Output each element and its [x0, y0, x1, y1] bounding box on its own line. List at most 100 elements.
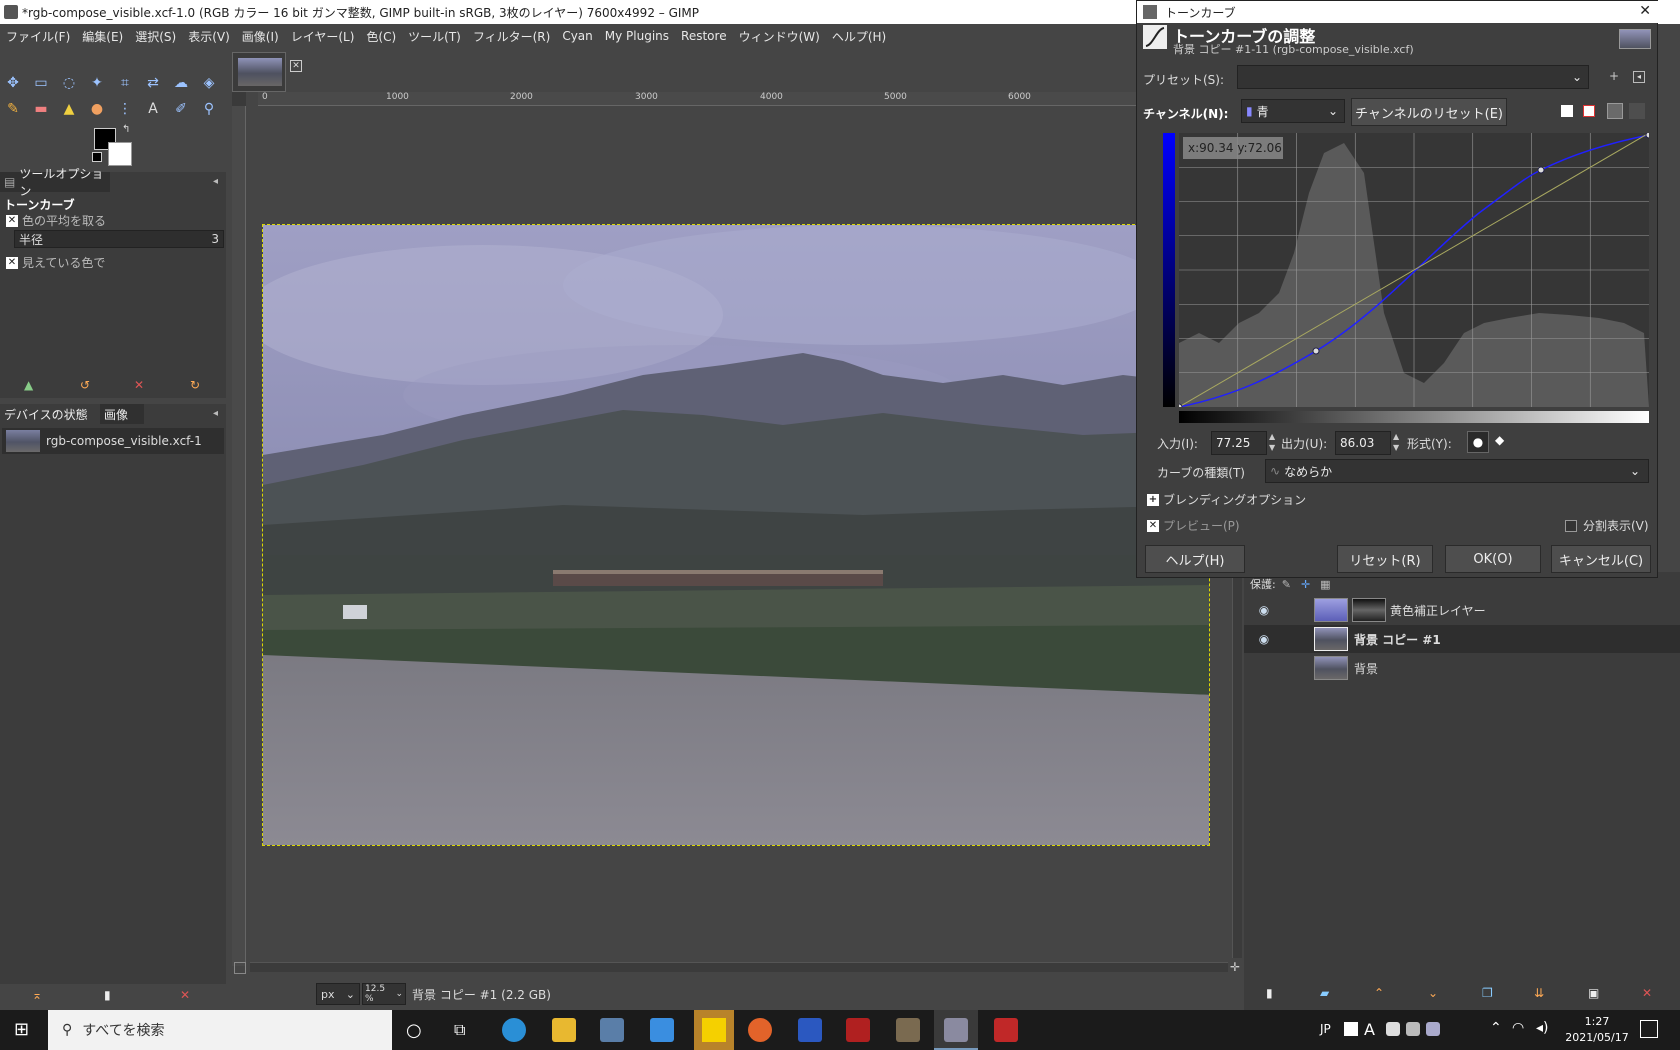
move-tool-icon[interactable]: ✥	[2, 72, 24, 94]
reset-options-icon[interactable]: ↻	[190, 378, 200, 392]
lasso-tool-icon[interactable]: ◌	[58, 72, 80, 94]
crop-tool-icon[interactable]: ⌗	[114, 72, 136, 94]
paintbrush-tool-icon[interactable]: ✎	[2, 98, 24, 120]
lock-alpha-icon[interactable]: ▦	[1320, 578, 1330, 591]
menu-cyan[interactable]: Cyan	[562, 29, 592, 43]
store-icon[interactable]	[600, 1018, 624, 1042]
histogram-view-icon[interactable]	[1607, 103, 1623, 119]
curves-graph[interactable]: x:90.34 y:72.06	[1179, 133, 1649, 407]
channel-reset-button[interactable]: チャンネルのリセット(E)	[1351, 98, 1507, 126]
lower-layer-icon[interactable]: ⌄	[1428, 986, 1438, 1000]
layer-row[interactable]: 背景	[1244, 654, 1680, 682]
checkbox-sample-visible[interactable]: ✕	[6, 256, 18, 269]
merge-layer-icon[interactable]: ⇊	[1534, 986, 1544, 1000]
checkbox-preview[interactable]: ✕	[1147, 519, 1159, 532]
background-color-swatch[interactable]	[108, 142, 132, 166]
corner-point-icon[interactable]: ◆	[1495, 433, 1504, 447]
mail-icon[interactable]	[650, 1018, 674, 1042]
firefox-icon[interactable]	[748, 1018, 772, 1042]
radius-spinner[interactable]: 半径 3	[14, 230, 224, 248]
tab-tool-options[interactable]: ▤ ツールオプション	[0, 167, 110, 198]
smooth-point-icon[interactable]: ●	[1467, 431, 1489, 453]
paths-tool-icon[interactable]: ⋮	[114, 98, 136, 120]
layer-row-selected[interactable]: ◉ 背景 コピー #1	[1244, 625, 1680, 653]
app-icon[interactable]	[994, 1018, 1018, 1042]
eye-icon[interactable]: ◉	[1244, 632, 1284, 646]
tray-icon[interactable]	[1406, 1022, 1420, 1036]
ime-indicator[interactable]: JP	[1320, 1022, 1331, 1036]
smudge-tool-icon[interactable]: ●	[86, 98, 108, 120]
panel-menu-icon[interactable]: ◂	[213, 408, 218, 419]
menu-restore[interactable]: Restore	[681, 29, 727, 43]
volume-icon[interactable]: ◂)	[1536, 1020, 1549, 1036]
fuzzy-select-tool-icon[interactable]: ✦	[86, 72, 108, 94]
wifi-icon[interactable]: ◠	[1512, 1020, 1524, 1036]
rect-select-tool-icon[interactable]: ▭	[30, 72, 52, 94]
restore-options-icon[interactable]: ↺	[80, 378, 90, 392]
app-icon[interactable]	[798, 1018, 822, 1042]
new-layer-icon[interactable]: ▮	[1266, 986, 1273, 1000]
close-image-tab-icon[interactable]: ✕	[290, 60, 302, 72]
layer-mask-icon[interactable]: ▣	[1588, 986, 1599, 1000]
input-spinner[interactable]: 77.25	[1211, 431, 1267, 455]
menu-filters[interactable]: フィルター(R)	[473, 28, 550, 45]
menu-help[interactable]: ヘルプ(H)	[832, 28, 886, 45]
chevron-up-icon[interactable]: ⌃	[1490, 1020, 1502, 1036]
sticky-notes-active[interactable]	[694, 1010, 734, 1050]
panel-menu-icon[interactable]: ◂	[213, 176, 218, 187]
delete-options-icon[interactable]: ✕	[134, 378, 144, 392]
new-view-icon[interactable]: ▮	[104, 988, 111, 1002]
gimp-taskbar-active[interactable]	[934, 1010, 978, 1050]
output-spinner[interactable]: 86.03	[1335, 431, 1391, 455]
clock[interactable]: 1:27 2021/05/17	[1562, 1014, 1632, 1046]
cortana-icon[interactable]: ○	[406, 1020, 422, 1041]
menu-file[interactable]: ファイル(F)	[6, 28, 70, 45]
unit-select[interactable]: px ⌄	[316, 983, 360, 1005]
ok-button[interactable]: OK(O)	[1445, 545, 1541, 573]
raise-layer-icon[interactable]: ⌃	[1374, 986, 1384, 1000]
cancel-button[interactable]: キャンセル(C)	[1551, 545, 1651, 573]
image-tab[interactable]	[232, 52, 286, 92]
add-preset-icon[interactable]: +	[1609, 69, 1619, 83]
curve-type-select[interactable]: ∿ なめらか ⌄	[1265, 459, 1649, 483]
zoom-fit-icon[interactable]	[234, 962, 246, 974]
menu-colors[interactable]: 色(C)	[366, 28, 396, 45]
navigate-icon[interactable]: ✛	[1230, 960, 1240, 974]
fill-tool-icon[interactable]: ◈	[198, 72, 220, 94]
checkbox-sample-average[interactable]: ✕	[6, 214, 18, 227]
file-explorer-icon[interactable]	[552, 1018, 576, 1042]
reset-button[interactable]: リセット(R)	[1337, 545, 1433, 573]
new-group-icon[interactable]: ▰	[1320, 986, 1329, 1000]
tab-images[interactable]: 画像	[100, 404, 144, 424]
app-icon[interactable]	[896, 1018, 920, 1042]
notification-icon[interactable]	[1640, 1020, 1658, 1038]
close-icon[interactable]: ✕	[1639, 3, 1651, 19]
sample-average-option[interactable]: ✕ 色の平均を取る	[6, 212, 106, 229]
canvas-image[interactable]	[262, 224, 1210, 846]
quick-mask-corner-icon[interactable]	[232, 92, 246, 106]
task-view-icon[interactable]: ⧉	[454, 1020, 465, 1040]
preset-menu-icon[interactable]: ◂	[1633, 71, 1645, 83]
clone-tool-icon[interactable]: ▲	[58, 98, 80, 120]
color-picker-tool-icon[interactable]: ✐	[170, 98, 192, 120]
checkbox-split-view[interactable]	[1565, 519, 1577, 532]
taskbar-search[interactable]: ⚲ すべてを検索	[48, 1010, 392, 1050]
tab-device-status[interactable]: デバイスの状態	[0, 404, 100, 424]
menu-my-plugins[interactable]: My Plugins	[605, 29, 669, 43]
menu-edit[interactable]: 編集(E)	[82, 28, 123, 45]
lock-pixels-icon[interactable]: ✎	[1282, 578, 1291, 591]
menu-tools[interactable]: ツール(T)	[408, 28, 461, 45]
tray-icon[interactable]	[1344, 1022, 1358, 1036]
delete-image-icon[interactable]: ✕	[180, 988, 190, 1002]
menu-layer[interactable]: レイヤー(L)	[291, 28, 355, 45]
layer-row[interactable]: ◉ 黄色補正レイヤー	[1244, 596, 1680, 624]
lock-position-icon[interactable]: ✛	[1301, 578, 1310, 591]
zoom-tool-icon[interactable]: ⚲	[198, 98, 220, 120]
edge-icon[interactable]	[502, 1018, 526, 1042]
linear-histogram-icon[interactable]	[1561, 105, 1573, 117]
preview-option[interactable]: ✕ プレビュー(P)	[1147, 517, 1240, 534]
raise-image-icon[interactable]: ⌅	[32, 988, 42, 1002]
tray-icon[interactable]	[1426, 1022, 1440, 1036]
help-button[interactable]: ヘルプ(H)	[1145, 545, 1245, 573]
ime-mode[interactable]: A	[1364, 1020, 1375, 1039]
